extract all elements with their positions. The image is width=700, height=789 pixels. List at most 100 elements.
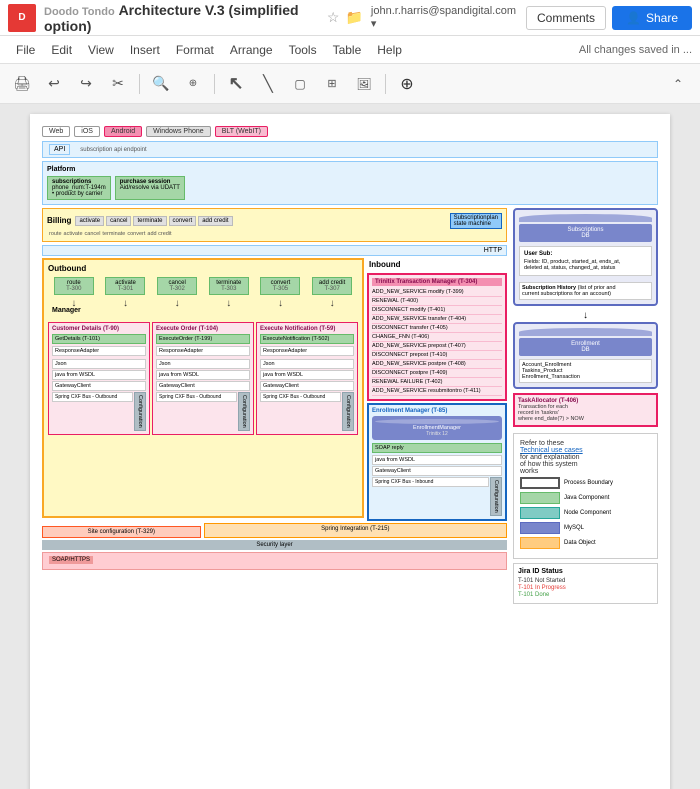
zoom-in-button[interactable]: ⊕ xyxy=(179,71,207,97)
toolbar-separator-3 xyxy=(385,74,386,94)
shape-button[interactable]: ▢ xyxy=(286,71,314,97)
user-sub-desc: Fields: ID, product, started_at, ends_at… xyxy=(524,259,647,271)
config-strip-3: Configuration xyxy=(342,392,354,431)
zoom-button[interactable]: 🔍 xyxy=(147,71,175,97)
toolbar: 🖨 ↩ ↪ ✂ 🔍 ⊕ ↖ ╲ ▢ ⊞ 🖼 ⊕ ⌃ xyxy=(0,64,700,104)
enrollment-soap: SOAP reply xyxy=(372,443,502,453)
user-email: john.r.harris@spandigital.com ▾ xyxy=(371,5,516,30)
billing-actions-row: routeactivatecancelterminateconvertadd c… xyxy=(47,231,502,237)
image-button[interactable]: 🖼 xyxy=(350,71,378,97)
legend-link[interactable]: Technical use cases xyxy=(520,447,583,454)
right-panel: SubscriptionsDB User Sub: Fields: ID, pr… xyxy=(513,208,658,604)
legend-java-component: Java Component xyxy=(520,492,651,504)
transaction-manager-box: Trinitix Transaction Manager (T-304) ADD… xyxy=(367,273,507,401)
tm-item-8: DISCONNECT prepost (T-410) xyxy=(372,351,502,360)
bottom-area: SOAP/HTTPS xyxy=(42,552,507,570)
menu-table[interactable]: Table xyxy=(325,40,370,60)
share-icon: 👤 xyxy=(626,11,641,25)
tm-item-2: RENEWAL (T-400) xyxy=(372,297,502,306)
response-adapter-3: ResponseAdapter xyxy=(260,346,354,356)
config-strip-2: Configuration xyxy=(238,392,250,431)
cursor-button[interactable]: ↖ xyxy=(222,71,250,97)
jira-in-progress: T-101 In Progress xyxy=(518,585,653,591)
db-cylinder-top xyxy=(519,214,652,222)
config-wrap-2: Spring CXF Bus - Outbound Configuration xyxy=(156,392,250,431)
executenotification: ExecuteNotification (T-502) xyxy=(260,334,354,344)
enrollment-manager-title: Enrollment Manager (T-85) xyxy=(372,408,502,414)
outbound-box: Outbound routeT-300 activateT-301 cancel… xyxy=(42,258,364,518)
jira-done: T-101 Done xyxy=(518,592,653,598)
scissors-button[interactable]: ✂ xyxy=(104,71,132,97)
add-button[interactable]: ⊕ xyxy=(393,71,421,97)
menu-tools[interactable]: Tools xyxy=(281,40,325,60)
component-route: routeT-300 xyxy=(54,277,94,295)
billing-add-credit: add credit xyxy=(198,216,232,226)
menu-insert[interactable]: Insert xyxy=(122,40,168,60)
springcxf-3: Spring CXF Bus - Outbound xyxy=(260,392,341,431)
purchase-component: purchase session Aid/resolve via UDATT xyxy=(115,176,185,200)
task-allocator-box: TaskAllocator (T-406) Transaction for ea… xyxy=(513,393,658,427)
client-blt: BLT (WebIT) xyxy=(215,126,268,137)
outbound-inbound-section: Outbound routeT-300 activateT-301 cancel… xyxy=(42,258,507,521)
jira-status-title: Jira ID Status xyxy=(518,568,653,575)
subscriptions-db-panel: SubscriptionsDB User Sub: Fields: ID, pr… xyxy=(513,208,658,306)
tm-item-11: RENEWAL FAILURE (T-402) xyxy=(372,378,502,387)
sub-components-row: Customer Details (T-90) GetDetails (T-10… xyxy=(48,322,358,435)
undo-button[interactable]: ↩ xyxy=(40,71,68,97)
menu-file[interactable]: File xyxy=(8,40,43,60)
enrollment-spring: Spring CXF Bus - Inbound xyxy=(372,477,489,516)
java-wsdl-1: java from WSDL xyxy=(52,370,146,380)
springcxf-2: Spring CXF Bus - Outbound xyxy=(156,392,237,431)
enrollment-gateway: GatewayClient xyxy=(372,466,502,476)
execute-order-title: Execute Order (T-104) xyxy=(156,326,250,332)
menu-format[interactable]: Format xyxy=(168,40,222,60)
client-android: Android xyxy=(104,126,142,137)
jira-not-started: T-101 Not Started xyxy=(518,578,653,584)
enrollment-tables: Account_EnrollmentTaskins_ProductEnrollm… xyxy=(519,359,652,383)
gateway-2: GatewayClient xyxy=(156,381,250,391)
line-button[interactable]: ╲ xyxy=(254,71,282,97)
toolbar-separator-2 xyxy=(214,74,215,94)
menu-help[interactable]: Help xyxy=(369,40,410,60)
crop-button[interactable]: ⊞ xyxy=(318,71,346,97)
folder-icon[interactable]: 📁 xyxy=(345,9,362,26)
app-icon: D xyxy=(8,4,36,32)
client-web: Web xyxy=(42,126,70,137)
share-button[interactable]: 👤 Share xyxy=(612,6,692,30)
subscriptions-db-label: SubscriptionsDB xyxy=(519,224,652,242)
enrollment-cylinder-top xyxy=(519,328,652,336)
outbound-label: Outbound xyxy=(48,264,358,273)
tm-item-6: CHANGE_FNN (T-406) xyxy=(372,333,502,342)
toolbar-separator-1 xyxy=(139,74,140,94)
tm-item-5: DISCONNECT transfer (T-405) xyxy=(372,324,502,333)
legend-java-color xyxy=(520,492,560,504)
execute-notification-box: Execute Notification (T-59) ExecuteNotif… xyxy=(256,322,358,435)
legend-process-boundary-label: Process Boundary xyxy=(564,480,613,486)
components-row: routeT-300 activateT-301 cancelT-302 ter… xyxy=(48,277,358,295)
arrow-right: ↓ xyxy=(513,310,658,321)
java-wsdl-2: java from WSDL xyxy=(156,370,250,380)
config-strip-1: Configuration xyxy=(134,392,146,431)
autosave-status: All changes saved in ... xyxy=(579,44,692,56)
legend-data-object-label: Data Object xyxy=(564,540,596,546)
redo-button[interactable]: ↪ xyxy=(72,71,100,97)
expand-button[interactable]: ⌃ xyxy=(664,71,692,97)
comments-button[interactable]: Comments xyxy=(526,6,606,30)
star-icon[interactable]: ☆ xyxy=(327,9,340,26)
site-config-strip: Site configuration (T-329) xyxy=(42,526,201,538)
inbound-label: Inbound xyxy=(367,258,507,271)
menu-edit[interactable]: Edit xyxy=(43,40,80,60)
print-button[interactable]: 🖨 xyxy=(8,71,36,97)
soap-label: SOAP/HTTPS xyxy=(49,556,93,564)
tm-item-12: ADD_NEW_SERVICE resubmitontro (T-411) xyxy=(372,387,502,396)
menu-view[interactable]: View xyxy=(80,40,122,60)
manager-label: Manager xyxy=(52,307,362,314)
menu-arrange[interactable]: Arrange xyxy=(222,40,281,60)
client-ios: iOS xyxy=(74,126,100,137)
legend-process-boundary: Process Boundary xyxy=(520,477,651,489)
tm-item-10: DISCONNECT postpre (T-409) xyxy=(372,369,502,378)
tm-item-3: DISCONNECT modify (T-401) xyxy=(372,306,502,315)
response-adapter-1: ResponseAdapter xyxy=(52,346,146,356)
doc-area[interactable]: Web iOS Android Windows Phone BLT (WebIT… xyxy=(0,104,700,789)
execute-notification-title: Execute Notification (T-59) xyxy=(260,326,354,332)
